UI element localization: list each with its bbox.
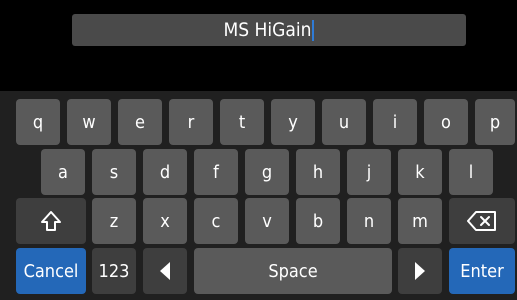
text-caret bbox=[312, 19, 315, 41]
key-m[interactable]: m bbox=[398, 198, 442, 244]
key-n[interactable]: n bbox=[347, 198, 391, 244]
key-t[interactable]: t bbox=[220, 99, 264, 145]
key-c[interactable]: c bbox=[194, 198, 238, 244]
on-screen-keyboard: q w e r t y u i o p a s d f g h j k l z … bbox=[0, 91, 517, 300]
enter-button[interactable]: Enter bbox=[449, 248, 515, 294]
key-x[interactable]: x bbox=[143, 198, 187, 244]
key-j[interactable]: j bbox=[347, 149, 391, 195]
backspace-icon bbox=[467, 210, 497, 232]
shift-key[interactable] bbox=[16, 198, 86, 244]
key-d[interactable]: d bbox=[143, 149, 187, 195]
key-y[interactable]: y bbox=[271, 99, 315, 145]
key-h[interactable]: h bbox=[296, 149, 340, 195]
cursor-left-key[interactable] bbox=[143, 248, 187, 294]
key-s[interactable]: s bbox=[92, 149, 136, 195]
key-p[interactable]: p bbox=[475, 99, 515, 145]
name-input-value: MS HiGain bbox=[223, 19, 312, 41]
key-b[interactable]: b bbox=[296, 198, 340, 244]
key-r[interactable]: r bbox=[169, 99, 213, 145]
key-q[interactable]: q bbox=[16, 99, 60, 145]
key-v[interactable]: v bbox=[245, 198, 289, 244]
cancel-button[interactable]: Cancel bbox=[16, 248, 86, 294]
key-a[interactable]: a bbox=[41, 149, 85, 195]
key-l[interactable]: l bbox=[449, 149, 493, 195]
shift-arrow-icon bbox=[40, 210, 62, 232]
key-i[interactable]: i bbox=[373, 99, 417, 145]
numbers-mode-key[interactable]: 123 bbox=[92, 248, 136, 294]
key-f[interactable]: f bbox=[194, 149, 238, 195]
key-u[interactable]: u bbox=[322, 99, 366, 145]
backspace-key[interactable] bbox=[449, 198, 515, 244]
key-o[interactable]: o bbox=[424, 99, 468, 145]
key-g[interactable]: g bbox=[245, 149, 289, 195]
key-w[interactable]: w bbox=[67, 99, 111, 145]
cursor-right-key[interactable] bbox=[398, 248, 442, 294]
space-key[interactable]: Space bbox=[194, 248, 392, 294]
triangle-left-icon bbox=[158, 261, 172, 281]
triangle-right-icon bbox=[413, 261, 427, 281]
key-e[interactable]: e bbox=[118, 99, 162, 145]
keyboard-screen: MS HiGain q w e r t y u i o p a s d f g … bbox=[0, 0, 517, 300]
name-input[interactable]: MS HiGain bbox=[72, 14, 466, 46]
key-k[interactable]: k bbox=[398, 149, 442, 195]
key-z[interactable]: z bbox=[92, 198, 136, 244]
